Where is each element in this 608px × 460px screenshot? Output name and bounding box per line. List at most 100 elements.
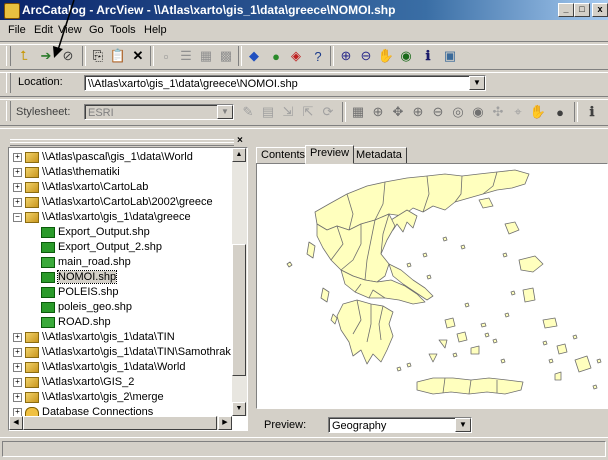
menu-edit[interactable]: Edit bbox=[34, 24, 53, 36]
geo-map-icon[interactable]: ▦ bbox=[348, 102, 368, 122]
delete-icon[interactable]: ✕ bbox=[128, 46, 148, 66]
menu-go[interactable]: Go bbox=[89, 24, 104, 36]
create-thumbnail-icon[interactable]: ▣ bbox=[440, 46, 460, 66]
arctoolbox-icon[interactable]: ● bbox=[266, 46, 286, 66]
expand-icon[interactable]: + bbox=[13, 197, 22, 207]
tab-metadata[interactable]: Metadata bbox=[351, 147, 407, 164]
geo-zoom-prev-icon[interactable]: ◉ bbox=[468, 102, 488, 122]
location-dropdown-button[interactable]: ▼ bbox=[469, 76, 485, 90]
menu-tools[interactable]: Tools bbox=[110, 24, 136, 36]
thumbnails-icon[interactable]: ▩ bbox=[216, 46, 236, 66]
large-icons-icon[interactable]: ▫ bbox=[156, 46, 176, 66]
geo-fixed-zoom-out-icon[interactable]: ⊖ bbox=[428, 102, 448, 122]
details-icon[interactable]: ▦ bbox=[196, 46, 216, 66]
menu-file[interactable]: File bbox=[8, 24, 26, 36]
zoom-in-icon[interactable]: ⊕ bbox=[336, 46, 356, 66]
expand-icon[interactable]: + bbox=[13, 182, 22, 192]
geo-zoom-in-icon[interactable]: ⊕ bbox=[368, 102, 388, 122]
tree-item[interactable]: Export_Output_2.shp bbox=[41, 240, 162, 255]
tree-item[interactable]: POLEIS.shp bbox=[41, 285, 119, 300]
metadata-properties-icon[interactable]: ▤ bbox=[258, 102, 278, 122]
map-island-limnos bbox=[504, 221, 520, 235]
preview-type-select[interactable]: Geography bbox=[328, 417, 472, 433]
import-metadata-icon[interactable]: ⇲ bbox=[278, 102, 298, 122]
greece-prefectures-map[interactable] bbox=[257, 164, 608, 409]
expand-icon[interactable]: + bbox=[13, 362, 22, 372]
geo-full-extent-icon[interactable]: ● bbox=[550, 102, 570, 122]
tree-item[interactable]: + \\Atlas\xarto\CartoLab\2002\greece bbox=[13, 195, 213, 210]
expand-icon[interactable]: + bbox=[13, 347, 22, 357]
tree-item[interactable]: + \\Atlas\thematiki bbox=[13, 165, 120, 180]
disconnect-folder-icon[interactable]: ⊘ bbox=[58, 46, 78, 66]
map-island-amorgos bbox=[470, 345, 480, 355]
stylesheet-dropdown-button[interactable]: ▼ bbox=[217, 105, 233, 119]
edit-metadata-icon[interactable]: ✎ bbox=[238, 102, 258, 122]
tree-item[interactable]: + \\Atlas\xarto\gis_1\data\TIN bbox=[13, 330, 175, 345]
stylesheet-select[interactable]: ESRI bbox=[84, 104, 234, 120]
expand-icon[interactable]: + bbox=[13, 377, 22, 387]
search-catalog-icon[interactable]: ◈ bbox=[286, 46, 306, 66]
tab-contents[interactable]: Contents bbox=[256, 147, 311, 164]
tree-item[interactable]: + \\Atlas\xarto\gis_1\data\TIN\Samothrak bbox=[13, 345, 231, 360]
close-pane-icon[interactable]: × bbox=[237, 135, 243, 146]
menu-help[interactable]: Help bbox=[144, 24, 167, 36]
scroll-right-button[interactable]: ▶ bbox=[218, 416, 232, 430]
tree-item[interactable]: + \\Atlas\xarto\GIS_2 bbox=[13, 375, 134, 390]
scroll-left-button[interactable]: ◀ bbox=[9, 416, 23, 430]
expand-icon[interactable]: + bbox=[13, 152, 22, 162]
preview-type-dropdown-button[interactable]: ▼ bbox=[455, 418, 471, 432]
zoom-out-icon[interactable]: ⊖ bbox=[356, 46, 376, 66]
update-metadata-icon[interactable]: ⟳ bbox=[318, 102, 338, 122]
tree-item[interactable]: NOMOI.shp bbox=[41, 270, 118, 285]
geo-select-icon[interactable]: ⌖ bbox=[508, 102, 528, 122]
geo-fixed-zoom-in-icon[interactable]: ⊕ bbox=[408, 102, 428, 122]
tree-item[interactable]: Export_Output.shp bbox=[41, 225, 150, 240]
map-region-macedonia-thrace bbox=[314, 169, 530, 231]
geo-identify-icon[interactable]: ℹ bbox=[582, 102, 602, 122]
tree-item[interactable]: poleis_geo.shp bbox=[41, 300, 132, 315]
tree-item-label: \\Atlas\xarto\GIS_2 bbox=[42, 376, 135, 388]
scroll-thumb[interactable] bbox=[232, 244, 246, 376]
paste-icon[interactable]: 📋 bbox=[108, 46, 128, 66]
list-icon[interactable]: ☰ bbox=[176, 46, 196, 66]
minimize-button[interactable]: _ bbox=[558, 3, 574, 17]
location-input[interactable]: \\Atlas\xarto\gis_1\data\greece\NOMOI.sh… bbox=[84, 75, 486, 91]
up-one-level-icon[interactable]: ⮤ bbox=[14, 46, 34, 66]
copy-icon[interactable]: ⎘ bbox=[88, 46, 108, 66]
full-extent-icon[interactable]: ◉ bbox=[396, 46, 416, 66]
tree-item[interactable]: + \\Atlas\xarto\gis_2\merge bbox=[13, 390, 164, 405]
geo-zoom-layer-icon[interactable]: ◎ bbox=[448, 102, 468, 122]
tree-item[interactable]: ROAD.shp bbox=[41, 315, 111, 330]
whats-this-icon[interactable]: ? bbox=[308, 46, 328, 66]
map-island-samos bbox=[542, 317, 558, 329]
pan-icon[interactable]: ✋ bbox=[376, 46, 396, 66]
expand-icon[interactable]: + bbox=[13, 332, 22, 342]
tree-horizontal-scrollbar[interactable]: ◀ ▶ bbox=[9, 416, 232, 430]
tree-item[interactable]: + \\Atlas\xarto\gis_1\data\World bbox=[13, 360, 185, 375]
preview-pane[interactable] bbox=[256, 163, 608, 409]
tree-item[interactable]: − \\Atlas\xarto\gis_1\data\greece bbox=[13, 210, 191, 225]
expand-icon[interactable]: + bbox=[13, 167, 22, 177]
tree-item[interactable]: + \\Atlas\pascal\gis_1\data\World bbox=[13, 150, 193, 165]
collapse-icon[interactable]: − bbox=[13, 212, 22, 222]
tree-item[interactable]: main_road.shp bbox=[41, 255, 131, 270]
expand-icon[interactable]: + bbox=[13, 392, 22, 402]
menu-view[interactable]: View bbox=[58, 24, 82, 36]
maximize-button[interactable]: □ bbox=[574, 3, 590, 17]
tree-item[interactable]: + \\Atlas\xarto\CartoLab bbox=[13, 180, 148, 195]
geo-pan-icon[interactable]: ✋ bbox=[528, 102, 548, 122]
close-button[interactable]: x bbox=[592, 3, 608, 17]
geo-extent-icon[interactable]: ✣ bbox=[488, 102, 508, 122]
tree-vertical-scrollbar[interactable]: ▲ ▼ bbox=[232, 148, 247, 416]
geo-zoom-out-icon[interactable]: ✥ bbox=[388, 102, 408, 122]
identify-icon[interactable]: ℹ bbox=[418, 46, 438, 66]
export-metadata-icon[interactable]: ⇱ bbox=[298, 102, 318, 122]
launch-arcmap-icon[interactable]: ◆ bbox=[244, 46, 264, 66]
tab-preview[interactable]: Preview bbox=[305, 145, 355, 164]
connect-folder-icon[interactable]: ➔ bbox=[36, 46, 56, 66]
scroll-down-button[interactable]: ▼ bbox=[232, 402, 246, 416]
hscroll-thumb[interactable] bbox=[23, 416, 217, 430]
tree-item-label: Export_Output_2.shp bbox=[58, 241, 162, 253]
scroll-up-button[interactable]: ▲ bbox=[232, 148, 246, 162]
metadata-toolbar: Stylesheet: ESRI ▼ ✎ ▤ ⇲ ⇱ ⟳ ▦ ⊕ ✥ ⊕ ⊖ ◎… bbox=[0, 99, 608, 123]
